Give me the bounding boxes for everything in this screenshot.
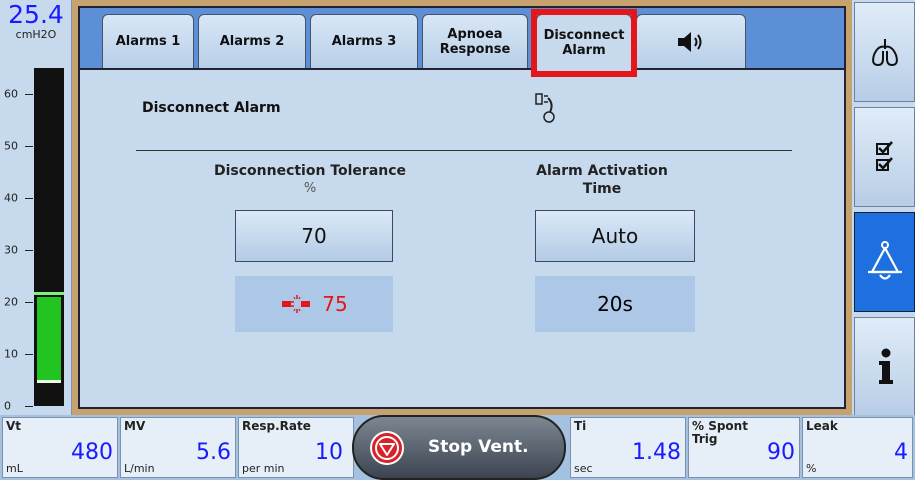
pressure-gauge	[34, 68, 64, 406]
pressure-tick-line	[25, 94, 33, 95]
metric-unit: %	[806, 462, 817, 475]
metric-value: 1.48	[632, 440, 681, 465]
disconnection-tolerance-measured-value: 75	[322, 292, 348, 316]
metric-label: Ti	[574, 419, 587, 433]
disconnection-tolerance-unit: %	[303, 181, 317, 196]
metric-value: 5.6	[196, 440, 231, 465]
pressure-tick-label: 50	[4, 139, 18, 153]
sidebar-item-checklist[interactable]	[854, 107, 915, 207]
metric-label: Leak	[806, 419, 838, 433]
pressure-panel: 25.4 cmH2O 60 50 40 30 20 10 0	[0, 0, 72, 415]
tab-sound[interactable]	[636, 14, 746, 68]
disconnection-tolerance-button[interactable]: 70	[235, 210, 393, 262]
pressure-tick-label: 20	[4, 295, 18, 309]
metric-value: 90	[767, 440, 795, 465]
metric-unit: per min	[242, 462, 285, 475]
metric-value: 10	[315, 440, 343, 465]
sidebar-item-ventilation[interactable]	[854, 2, 915, 102]
main-panel: Alarms 1 Alarms 2 Alarms 3 Apnoea Respon…	[72, 0, 852, 415]
disconnect-plug-icon	[282, 295, 311, 313]
tab-label: Alarms 3	[331, 34, 397, 49]
info-icon	[878, 348, 893, 384]
bottom-bar: Vt 480 mL MV 5.6 L/min Resp.Rate 10 per …	[0, 415, 915, 480]
metric-label: Resp.Rate	[242, 419, 311, 433]
sidebar-item-alarms[interactable]	[854, 212, 915, 312]
metric-resp-rate: Resp.Rate 10 per min	[238, 417, 354, 478]
pressure-tick-line	[25, 250, 33, 251]
metric-vt: Vt 480 mL	[2, 417, 118, 478]
metric-value: 480	[71, 440, 113, 465]
alarm-activation-setting: Auto	[591, 224, 639, 248]
metric-unit: L/min	[124, 462, 155, 475]
pressure-tick-line	[25, 406, 33, 407]
main-inner: Alarms 1 Alarms 2 Alarms 3 Apnoea Respon…	[78, 6, 846, 409]
divider	[136, 150, 792, 151]
page-title: Disconnect Alarm	[142, 100, 281, 116]
metric-unit: sec	[574, 462, 593, 475]
metric-spont-trig: % Spont Trig 90	[688, 417, 800, 478]
stop-ventilation-button[interactable]: Stop Vent.	[352, 415, 566, 480]
lungs-icon	[871, 39, 898, 67]
sidebar-item-info[interactable]	[854, 317, 915, 417]
sidebar	[852, 0, 915, 417]
tab-label: Alarms 2	[219, 34, 285, 49]
disconnection-tolerance-measured: 75	[235, 276, 393, 332]
metric-ti: Ti 1.48 sec	[570, 417, 686, 478]
alarm-activation-title: Alarm Activation Time	[536, 163, 668, 197]
pressure-tick-line	[25, 302, 33, 303]
tab-label: Apnoea Response	[439, 26, 511, 57]
tab-bar: Alarms 1 Alarms 2 Alarms 3 Apnoea Respon…	[80, 8, 844, 70]
tab-label: Disconnect Alarm	[543, 27, 625, 58]
pressure-tick-label: 60	[4, 87, 18, 101]
checklist-icon	[875, 141, 893, 171]
tab-apnoea-response[interactable]: Apnoea Response	[422, 14, 528, 68]
pressure-tick-label: 30	[4, 243, 18, 257]
metric-unit: mL	[6, 462, 23, 475]
tab-alarms-2[interactable]: Alarms 2	[198, 14, 306, 68]
alarm-activation-measured-value: 20s	[597, 292, 633, 316]
pressure-value: 25.4	[8, 0, 64, 29]
tab-alarms-1[interactable]: Alarms 1	[102, 14, 194, 68]
tab-label: Alarms 1	[115, 34, 181, 49]
pressure-tick-line	[25, 146, 33, 147]
pressure-tick-label: 40	[4, 191, 18, 205]
tab-disconnect-alarm[interactable]: Disconnect Alarm	[536, 14, 632, 70]
pressure-baseline-marker	[37, 380, 61, 383]
alarm-bell-icon	[867, 241, 902, 280]
metric-label: % Spont Trig	[692, 419, 748, 446]
pressure-gauge-fill	[37, 296, 61, 380]
pressure-peak-marker	[34, 291, 64, 295]
stop-icon	[370, 431, 404, 465]
disconnected-tube-icon	[535, 93, 555, 123]
metric-leak: Leak 4 %	[802, 417, 913, 478]
alarm-activation-measured: 20s	[535, 276, 695, 332]
disconnection-tolerance-title: Disconnection Tolerance %	[200, 162, 420, 198]
pressure-tick-line	[25, 198, 33, 199]
metric-mv: MV 5.6 L/min	[120, 417, 236, 478]
pressure-tick-line	[25, 354, 33, 355]
alarm-activation-button[interactable]: Auto	[535, 210, 695, 262]
pressure-unit: cmH2O	[15, 28, 57, 41]
metric-label: Vt	[6, 419, 22, 433]
disconnection-tolerance-setting: 70	[301, 224, 327, 248]
metric-label: MV	[124, 419, 146, 433]
tab-alarms-3[interactable]: Alarms 3	[310, 14, 418, 68]
speaker-icon	[678, 31, 702, 52]
stop-button-label: Stop Vent.	[428, 437, 529, 457]
metric-value: 4	[894, 440, 908, 465]
pressure-tick-label: 10	[4, 347, 18, 361]
stop-triangle-icon	[375, 436, 399, 460]
pressure-tick-label: 0	[4, 399, 11, 413]
disconnection-tolerance-label: Disconnection Tolerance	[213, 163, 407, 179]
